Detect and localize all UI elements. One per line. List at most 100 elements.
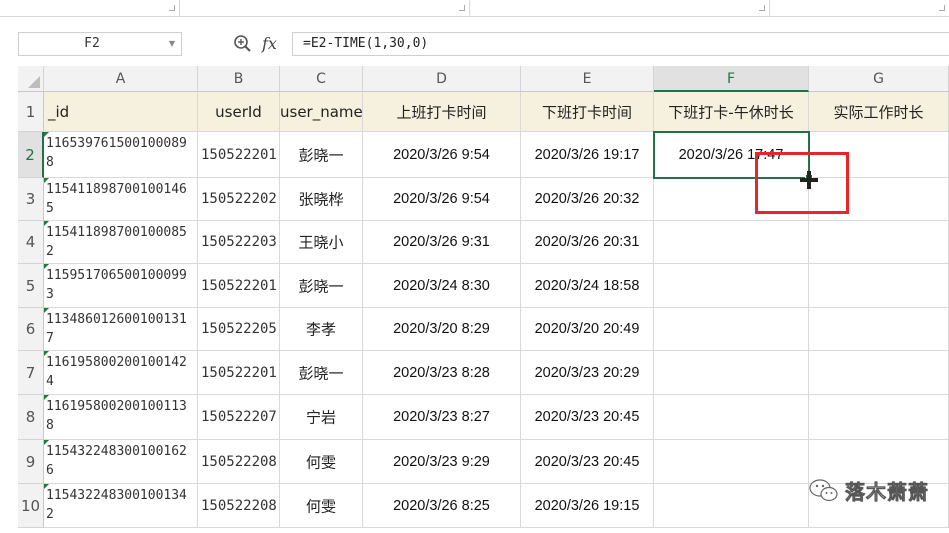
cell-value: 150522208 bbox=[201, 453, 277, 470]
column-header-f[interactable]: F bbox=[654, 66, 809, 92]
row-header-8[interactable]: 8 bbox=[18, 395, 44, 440]
column-header-g[interactable]: G bbox=[809, 66, 949, 92]
cell-f8[interactable] bbox=[654, 395, 809, 440]
name-box-value: F2 bbox=[84, 36, 100, 51]
cell-e1[interactable]: 下班打卡时间 bbox=[521, 92, 654, 132]
cell-a3[interactable]: 115411898700100146 5 bbox=[44, 178, 198, 221]
watermark-text: 落木萧萧 bbox=[845, 480, 929, 505]
cell-c7[interactable]: 彭晓一 bbox=[280, 351, 363, 395]
cell-value: 彭晓一 bbox=[298, 364, 344, 382]
cell-value: 2020/3/24 8:30 bbox=[393, 277, 490, 294]
cell-c8[interactable]: 宁岩 bbox=[280, 395, 363, 440]
cell-d5[interactable]: 2020/3/24 8:30 bbox=[363, 264, 521, 308]
cell-value: 何雯 bbox=[305, 453, 336, 471]
cell-a8[interactable]: 116195800200100113 8 bbox=[44, 395, 198, 440]
cell-e8[interactable]: 2020/3/23 20:45 bbox=[521, 395, 654, 440]
cell-value: 2020/3/20 20:49 bbox=[534, 321, 640, 337]
cell-f5[interactable] bbox=[654, 264, 809, 308]
cell-a10[interactable]: 115432248300100134 2 bbox=[44, 484, 198, 528]
cell-g5[interactable] bbox=[809, 264, 949, 308]
cell-d1[interactable]: 上班打卡时间 bbox=[363, 92, 521, 132]
cell-d4[interactable]: 2020/3/26 9:31 bbox=[363, 221, 521, 264]
row-header-6[interactable]: 6 bbox=[18, 308, 44, 351]
cell-e2[interactable]: 2020/3/26 19:17 bbox=[521, 132, 654, 178]
cell-e10[interactable]: 2020/3/26 19:15 bbox=[521, 484, 654, 528]
cell-e7[interactable]: 2020/3/23 20:29 bbox=[521, 351, 654, 395]
cell-f10[interactable] bbox=[654, 484, 809, 528]
cell-b7[interactable]: 150522201 bbox=[198, 351, 280, 395]
cell-c2[interactable]: 彭晓一 bbox=[280, 132, 363, 178]
row-header-4[interactable]: 4 bbox=[18, 221, 44, 264]
column-header-d[interactable]: D bbox=[363, 66, 521, 92]
cell-c10[interactable]: 何雯 bbox=[280, 484, 363, 528]
cell-d10[interactable]: 2020/3/26 8:25 bbox=[363, 484, 521, 528]
cell-d7[interactable]: 2020/3/23 8:28 bbox=[363, 351, 521, 395]
cell-e6[interactable]: 2020/3/20 20:49 bbox=[521, 308, 654, 351]
cell-c3[interactable]: 张晓桦 bbox=[280, 178, 363, 221]
column-header-e[interactable]: E bbox=[521, 66, 654, 92]
cell-g4[interactable] bbox=[809, 221, 949, 264]
cell-a9[interactable]: 115432248300100162 6 bbox=[44, 440, 198, 484]
cell-b2[interactable]: 150522201 bbox=[198, 132, 280, 178]
cell-f9[interactable] bbox=[654, 440, 809, 484]
formula-input[interactable]: =E2-TIME(1,30,0) bbox=[292, 32, 949, 56]
cell-e4[interactable]: 2020/3/26 20:31 bbox=[521, 221, 654, 264]
row-header-5[interactable]: 5 bbox=[18, 264, 44, 308]
cell-d2[interactable]: 2020/3/26 9:54 bbox=[363, 132, 521, 178]
cell-g6[interactable] bbox=[809, 308, 949, 351]
cell-b8[interactable]: 150522207 bbox=[198, 395, 280, 440]
row-header-9[interactable]: 9 bbox=[18, 440, 44, 484]
chevron-down-icon[interactable]: ▼ bbox=[166, 33, 178, 55]
cell-e9[interactable]: 2020/3/23 20:45 bbox=[521, 440, 654, 484]
row-header-2[interactable]: 2 bbox=[18, 132, 44, 178]
cell-a1[interactable]: _id bbox=[44, 92, 198, 132]
cell-a7[interactable]: 116195800200100142 4 bbox=[44, 351, 198, 395]
fx-icon[interactable]: fx bbox=[262, 32, 286, 56]
zoom-icon[interactable] bbox=[232, 34, 254, 54]
cell-value: 2020/3/26 19:17 bbox=[534, 146, 640, 163]
cell-d3[interactable]: 2020/3/26 9:54 bbox=[363, 178, 521, 221]
cell-value: 150522202 bbox=[201, 191, 277, 207]
cell-g8[interactable] bbox=[809, 395, 949, 440]
cell-d9[interactable]: 2020/3/23 9:29 bbox=[363, 440, 521, 484]
cell-b1[interactable]: userId bbox=[198, 92, 280, 132]
cell-a4[interactable]: 115411898700100085 2 bbox=[44, 221, 198, 264]
strip-cell bbox=[770, 0, 949, 17]
row-header-3[interactable]: 3 bbox=[18, 178, 44, 221]
cell-d8[interactable]: 2020/3/23 8:27 bbox=[363, 395, 521, 440]
cell-c5[interactable]: 彭晓一 bbox=[280, 264, 363, 308]
cell-b10[interactable]: 150522208 bbox=[198, 484, 280, 528]
id-line-2: 5 bbox=[46, 201, 54, 216]
row-header-1[interactable]: 1 bbox=[18, 92, 44, 132]
cell-f7[interactable] bbox=[654, 351, 809, 395]
cell-value: 150522207 bbox=[201, 409, 277, 425]
cell-a2[interactable]: 116539761500100089 8 bbox=[44, 132, 198, 178]
cell-c6[interactable]: 李孝 bbox=[280, 308, 363, 351]
cell-c4[interactable]: 王晓小 bbox=[280, 221, 363, 264]
strip-cell bbox=[180, 0, 470, 17]
cell-f1[interactable]: 下班打卡-午休时长 bbox=[654, 92, 809, 132]
cell-a6[interactable]: 113486012600100131 7 bbox=[44, 308, 198, 351]
cell-e3[interactable]: 2020/3/26 20:32 bbox=[521, 178, 654, 221]
cell-f6[interactable] bbox=[654, 308, 809, 351]
cell-g7[interactable] bbox=[809, 351, 949, 395]
cell-b5[interactable]: 150522201 bbox=[198, 264, 280, 308]
cell-f4[interactable] bbox=[654, 221, 809, 264]
row-header-10[interactable]: 10 bbox=[18, 484, 44, 528]
cell-c1[interactable]: user_name bbox=[280, 92, 363, 132]
cell-b6[interactable]: 150522205 bbox=[198, 308, 280, 351]
column-header-c[interactable]: C bbox=[280, 66, 363, 92]
cell-d6[interactable]: 2020/3/20 8:29 bbox=[363, 308, 521, 351]
cell-g1[interactable]: 实际工作时长 bbox=[809, 92, 949, 132]
cell-b4[interactable]: 150522203 bbox=[198, 221, 280, 264]
cell-c9[interactable]: 何雯 bbox=[280, 440, 363, 484]
select-all-button[interactable] bbox=[18, 66, 44, 92]
cell-e5[interactable]: 2020/3/24 18:58 bbox=[521, 264, 654, 308]
column-header-a[interactable]: A bbox=[44, 66, 198, 92]
cell-b3[interactable]: 150522202 bbox=[198, 178, 280, 221]
name-box[interactable]: F2 ▼ bbox=[18, 32, 182, 56]
cell-b9[interactable]: 150522208 bbox=[198, 440, 280, 484]
row-header-7[interactable]: 7 bbox=[18, 351, 44, 395]
cell-a5[interactable]: 115951706500100099 3 bbox=[44, 264, 198, 308]
column-header-b[interactable]: B bbox=[198, 66, 280, 92]
